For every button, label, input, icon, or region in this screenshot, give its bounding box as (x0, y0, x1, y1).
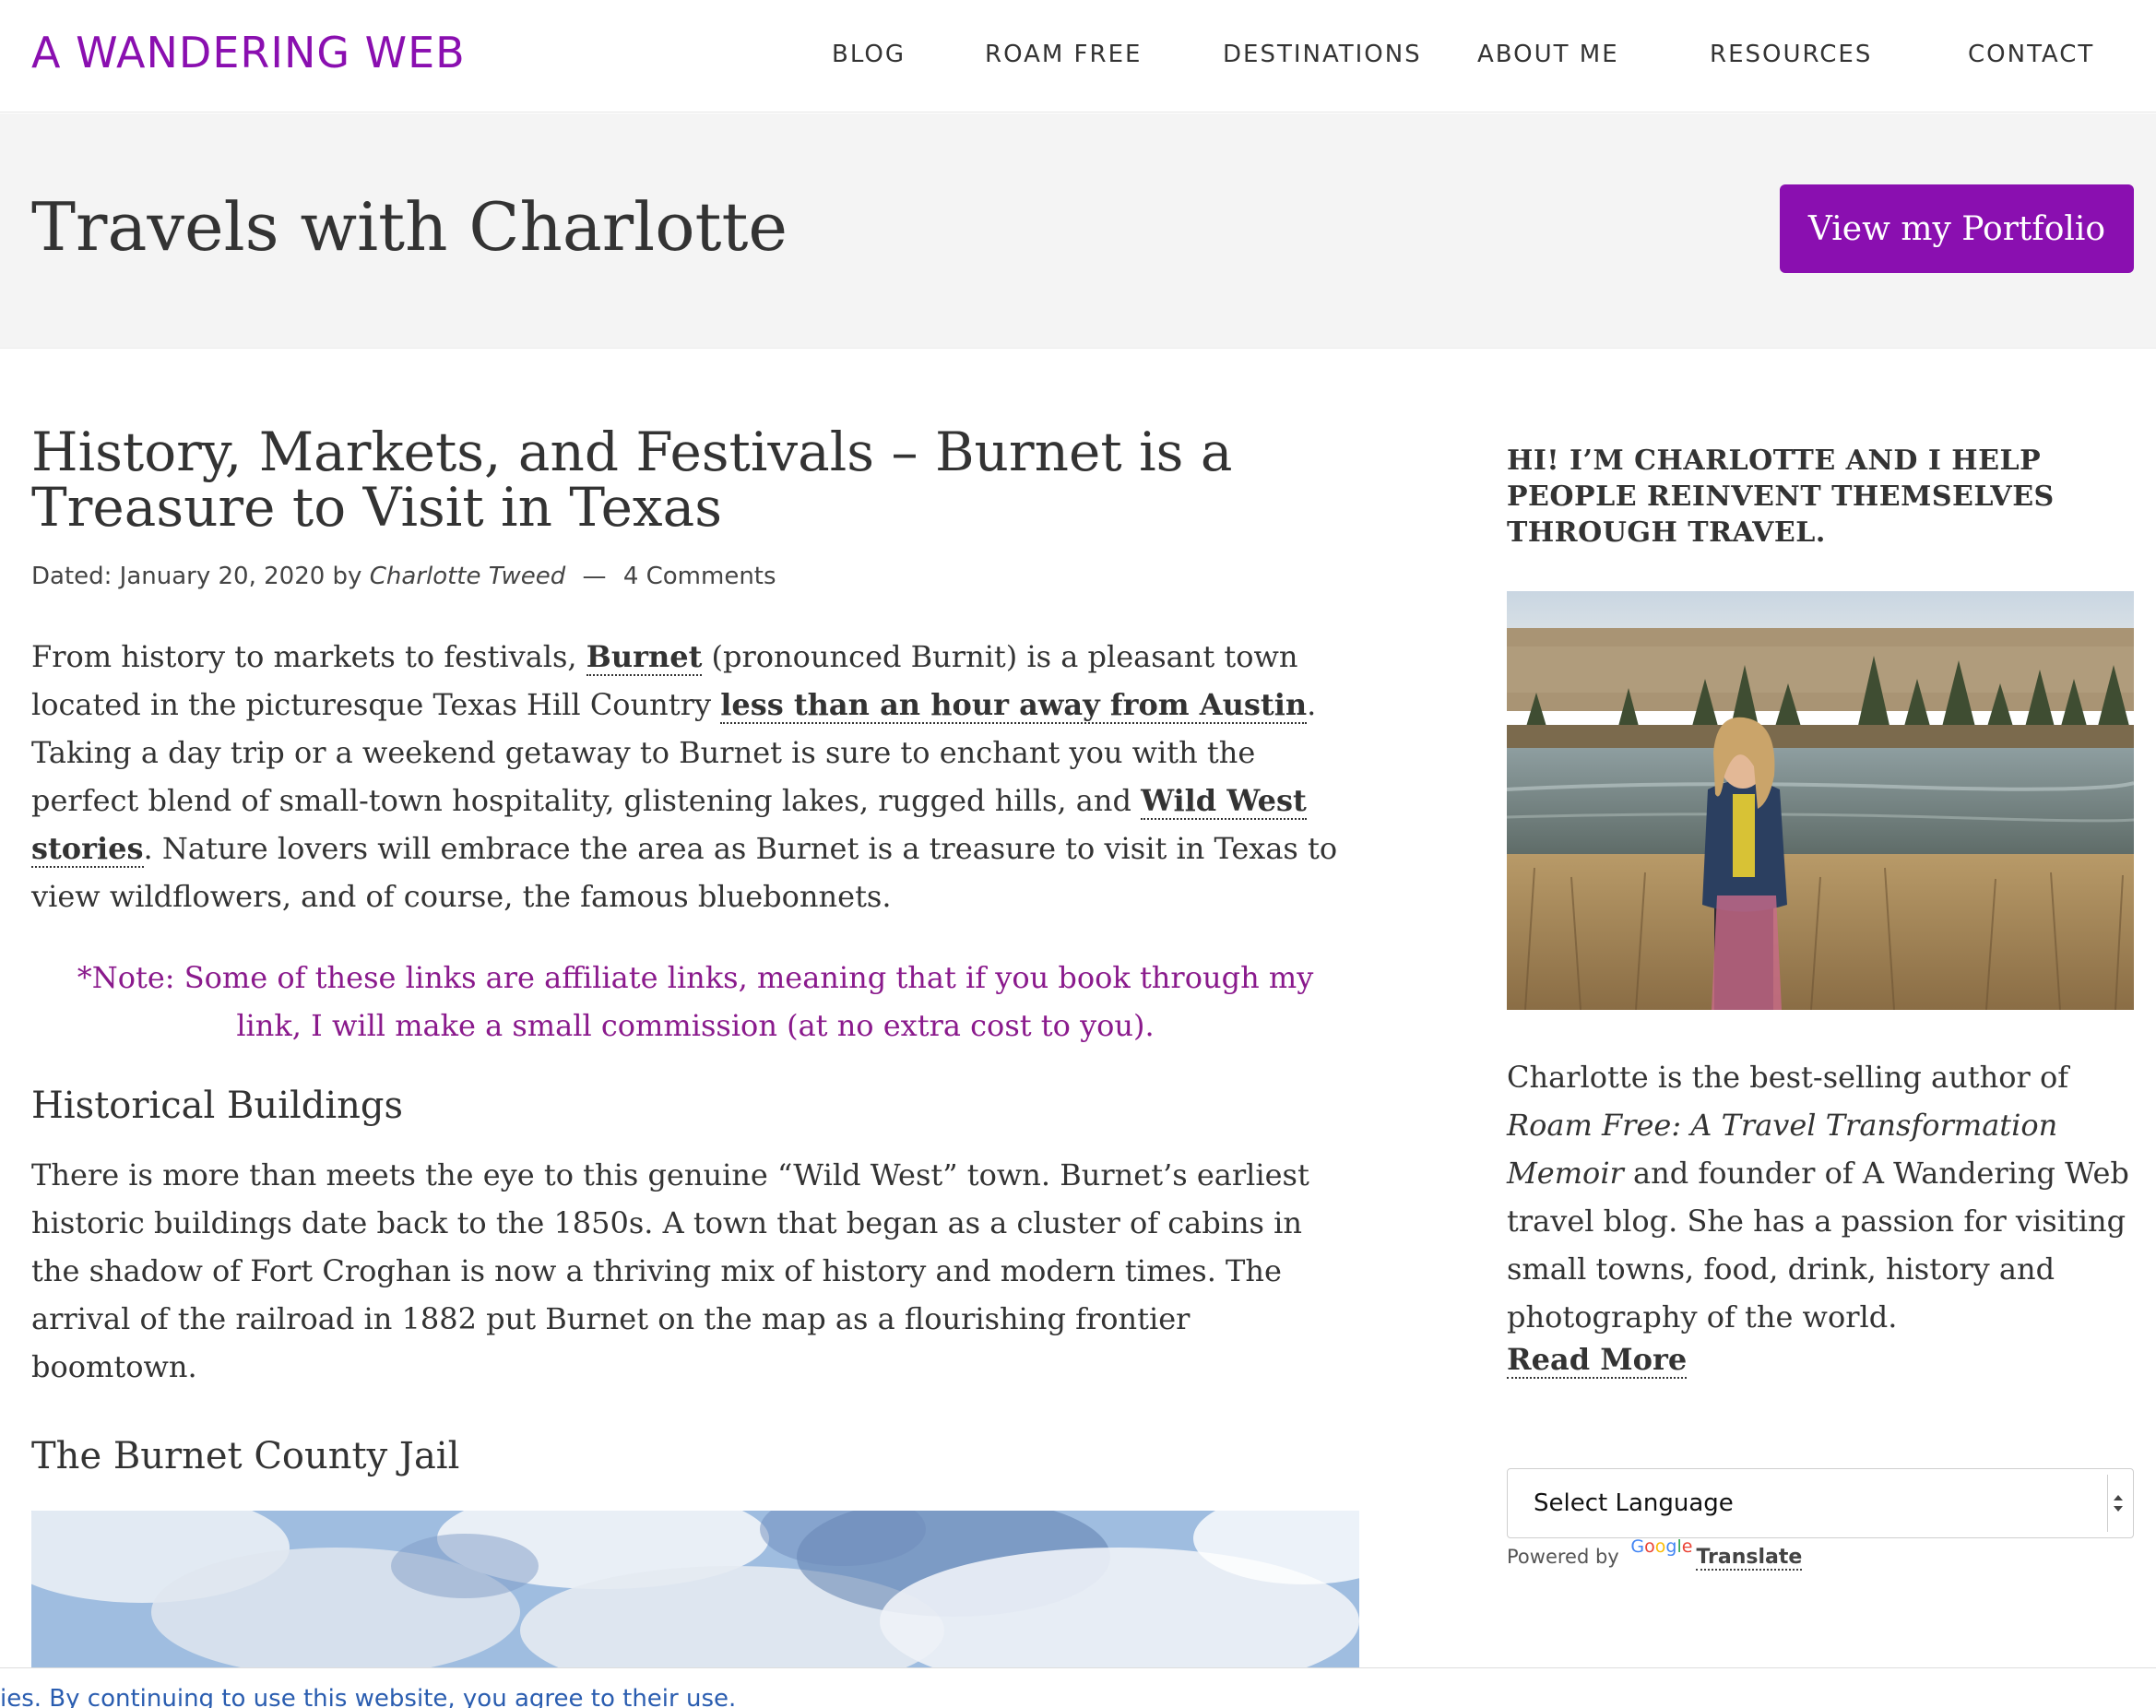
sidebar-widget-title: HI! I’M CHARLOTTE AND I HELP PEOPLE REIN… (1507, 445, 2055, 549)
sidebar: HI! I’M CHARLOTTE AND I HELP PEOPLE REIN… (1507, 443, 2134, 1571)
google-translate-attribution: Powered by Google Translate (1507, 1536, 1803, 1571)
section-heading-county-jail: The Burnet County Jail (31, 1435, 460, 1477)
post-meta: Dated: January 20, 2020 by Charlotte Twe… (31, 563, 1359, 590)
post-author-link[interactable]: Charlotte Tweed (370, 563, 566, 590)
burnet-link[interactable]: Burnet (586, 639, 703, 676)
person-figure (1702, 717, 1787, 1010)
translate-link[interactable]: Translate (1696, 1546, 1803, 1571)
nav-item-roam-free[interactable]: ROAM FREE (985, 41, 1142, 68)
blog-post: History, Markets, and Festivals – Burnet… (31, 424, 1359, 1477)
language-select-value: Select Language (1534, 1489, 1734, 1517)
historical-buildings-paragraph: There is more than meets the eye to this… (31, 1157, 1309, 1384)
author-photo (1507, 591, 2134, 1010)
site-title-logo[interactable]: A WANDERING WEB (31, 28, 466, 77)
hero-band: Travels with Charlotte View my Portfolio (0, 113, 2156, 349)
intro-text-4: . Nature lovers will embrace the area as… (31, 831, 1338, 914)
hero-title: Travels with Charlotte (31, 188, 788, 266)
powered-by-label: Powered by (1507, 1546, 1619, 1568)
nav-item-resources[interactable]: RESOURCES (1710, 41, 1872, 68)
section-heading-historical-buildings: Historical Buildings (31, 1085, 404, 1127)
nav-item-contact[interactable]: CONTACT (1968, 41, 2094, 68)
select-arrows-icon (2107, 1475, 2127, 1532)
intro-text-1: From history to markets to festivals, (31, 639, 586, 674)
jail-sky-photo (31, 1511, 1359, 1677)
google-logo: Google (1630, 1536, 1693, 1557)
bio-text-1: Charlotte is the best-selling author of (1507, 1060, 2069, 1095)
sky-clouds-image (31, 1511, 1359, 1677)
nav-item-about-me[interactable]: ABOUT ME (1477, 41, 1619, 68)
post-title: History, Markets, and Festivals – Burnet… (31, 421, 1233, 539)
comments-link[interactable]: 4 Comments (623, 563, 776, 590)
author-river-photo (1507, 591, 2134, 1010)
view-portfolio-button[interactable]: View my Portfolio (1780, 184, 2134, 273)
intro-paragraph: From history to markets to festivals, Bu… (31, 633, 1359, 920)
nav-item-destinations[interactable]: DESTINATIONS (1223, 41, 1422, 68)
read-more-link[interactable]: Read More (1507, 1342, 1688, 1379)
cookie-notice-text: ies. By continuing to use this website, … (0, 1685, 737, 1708)
affiliate-note: *Note: Some of these links are affiliate… (77, 960, 1314, 1043)
author-bio: Charlotte is the best-selling author of … (1507, 1053, 2143, 1341)
cookie-notice-bar: ies. By continuing to use this website, … (0, 1667, 2156, 1708)
language-select[interactable]: Select Language (1507, 1468, 2134, 1538)
austin-link[interactable]: less than an hour away from Austin (720, 687, 1308, 724)
meta-separator: — (582, 563, 607, 590)
nav-item-blog[interactable]: BLOG (832, 41, 906, 68)
post-date: Dated: January 20, 2020 by (31, 563, 362, 590)
site-header: A WANDERING WEB BLOG ROAM FREE DESTINATI… (0, 0, 2156, 113)
